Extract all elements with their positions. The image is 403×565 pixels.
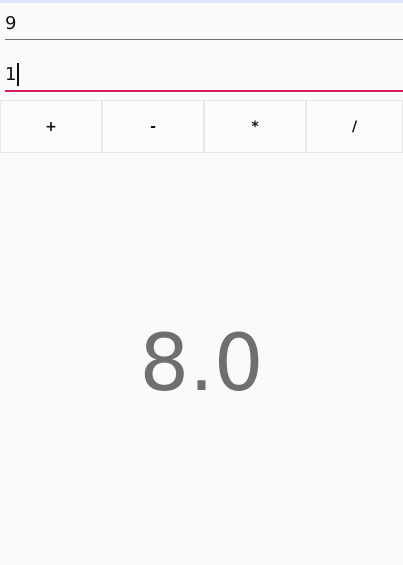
result-display: 8.0 (139, 319, 264, 409)
calculator-screen: 9 1 + - * / 8.0 (0, 0, 403, 565)
second-number-value: 1 (5, 64, 17, 85)
text-caret (17, 63, 20, 86)
top-edge-divider (0, 0, 403, 3)
subtract-button[interactable]: - (102, 100, 204, 153)
second-number-input[interactable]: 1 (5, 60, 403, 92)
add-button[interactable]: + (0, 100, 102, 153)
multiply-button[interactable]: * (204, 100, 306, 153)
first-number-value: 9 (5, 13, 17, 34)
first-number-input[interactable]: 9 (5, 9, 403, 40)
operation-buttons: + - * / (0, 100, 403, 153)
divide-button[interactable]: / (306, 100, 403, 153)
